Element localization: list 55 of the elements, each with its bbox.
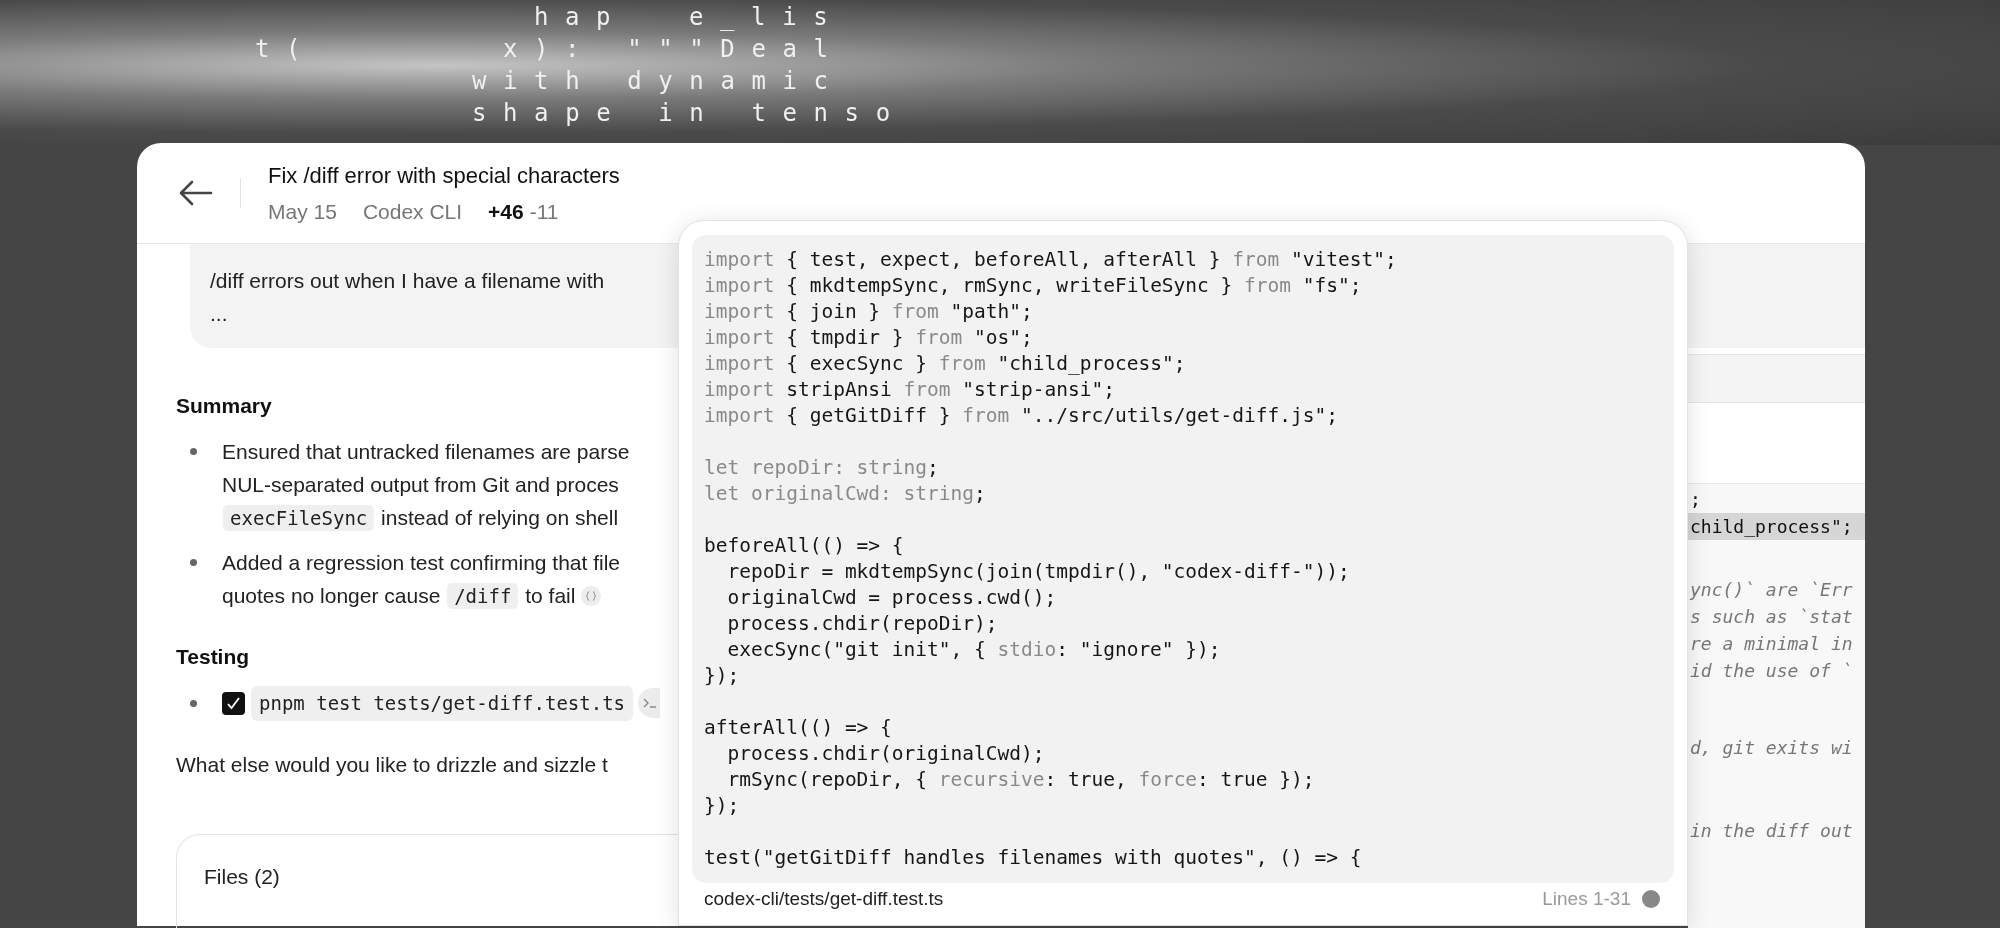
code-line: originalCwd = process.cwd(); bbox=[726, 585, 1058, 611]
background-code-text: e_lis bbox=[689, 2, 845, 33]
file-path: codex-cli/tests/get-diff.test.ts bbox=[704, 888, 944, 910]
follow-up-question: What else would you like to drizzle and sizzle t bbox=[176, 751, 609, 778]
comment-text: d, git exits wi bbox=[1689, 736, 1854, 760]
comment-text: ync()` are `Err bbox=[1688, 578, 1854, 602]
code-line: execSync("git init", { stdio: "ignore" }); bbox=[726, 637, 1222, 663]
code-line: import { tmpdir } from "os"; bbox=[704, 325, 1034, 351]
code-line: beforeAll(() => { bbox=[704, 533, 905, 559]
code-line: process.chdir(repoDir); bbox=[726, 611, 999, 637]
background-code-text: shape in tenso bbox=[472, 98, 907, 129]
code-line: import stripAnsi from "strip-ansi"; bbox=[704, 377, 1116, 403]
page-title: Fix /diff error with special characters bbox=[268, 161, 620, 190]
bullet-text: Ensured that untracked filenames are parse bbox=[222, 438, 630, 465]
code-line: test("getGitDiff handles filenames with quotes", () => { bbox=[704, 845, 1363, 871]
code-line: import { mkdtempSync, rmSync, writeFileSync } from "fs"; bbox=[704, 273, 1363, 299]
section-heading: Summary bbox=[176, 393, 273, 419]
code-line: let repoDir: string; bbox=[704, 455, 940, 481]
code-line: process.chdir(originalCwd); bbox=[726, 741, 1046, 767]
checkbox[interactable] bbox=[222, 691, 245, 715]
bullet-text: quotes no longer cause /diff to fail bbox=[222, 581, 576, 611]
message-text: ... bbox=[210, 301, 228, 327]
bullet-text: Added a regression test confirming that file bbox=[222, 549, 621, 576]
back-arrow-icon[interactable] bbox=[178, 180, 213, 206]
source-label: Codex CLI bbox=[362, 198, 463, 225]
bullet-text: execFileSync instead of relying on shell bbox=[222, 500, 619, 535]
date-label: May 15 bbox=[268, 198, 337, 225]
additions-count: +46 bbox=[488, 198, 524, 225]
code-line: import { test, expect, beforeAll, afterAll } from "vitest"; bbox=[704, 247, 1398, 273]
comment-text: re a minimal in bbox=[1689, 632, 1854, 656]
code-line: afterAll(() => { bbox=[704, 715, 893, 741]
terminal-icon bbox=[638, 688, 661, 719]
code-line: }); bbox=[704, 793, 741, 819]
code-line: repoDir = mkdtempSync(join(tmpdir(), "codex-diff-")); bbox=[726, 559, 1351, 585]
code-line: import { getGitDiff } from "../src/utils/get-diff.js"; bbox=[704, 403, 1339, 429]
message-text: /diff errors out when I have a filename with bbox=[210, 268, 605, 294]
deletions-count: -11 bbox=[529, 198, 559, 225]
line-range: Lines 1-31 bbox=[1542, 888, 1631, 910]
code-line: rmSync(repoDir, { recursive: true, force: true }); bbox=[726, 767, 1316, 793]
background-code-text: t( bbox=[255, 34, 318, 65]
command-chip: pnpm test tests/get-diff.test.ts bbox=[251, 686, 634, 721]
comment-text: s such as `stat bbox=[1689, 605, 1854, 629]
section-heading: Testing bbox=[176, 643, 251, 670]
files-title: Files (2) bbox=[204, 865, 280, 888]
code-line: import { execSync } from "child_process"; bbox=[704, 351, 1187, 377]
comment-text: in the diff out bbox=[1689, 819, 1854, 843]
code-line: import { join } from "path"; bbox=[704, 299, 1034, 325]
background-code-text: with dynamic bbox=[472, 66, 845, 97]
code-line: }); bbox=[704, 663, 741, 689]
background-code-text: hap bbox=[534, 2, 628, 33]
bullet-text: NUL-separated output from Git and proces bbox=[222, 471, 619, 498]
comment-text: id the use of ` bbox=[1689, 659, 1854, 683]
code-line: let originalCwd: string; bbox=[704, 481, 987, 507]
background-code-text: x): """Deal bbox=[503, 34, 845, 65]
code-line: ; bbox=[1689, 488, 1702, 512]
